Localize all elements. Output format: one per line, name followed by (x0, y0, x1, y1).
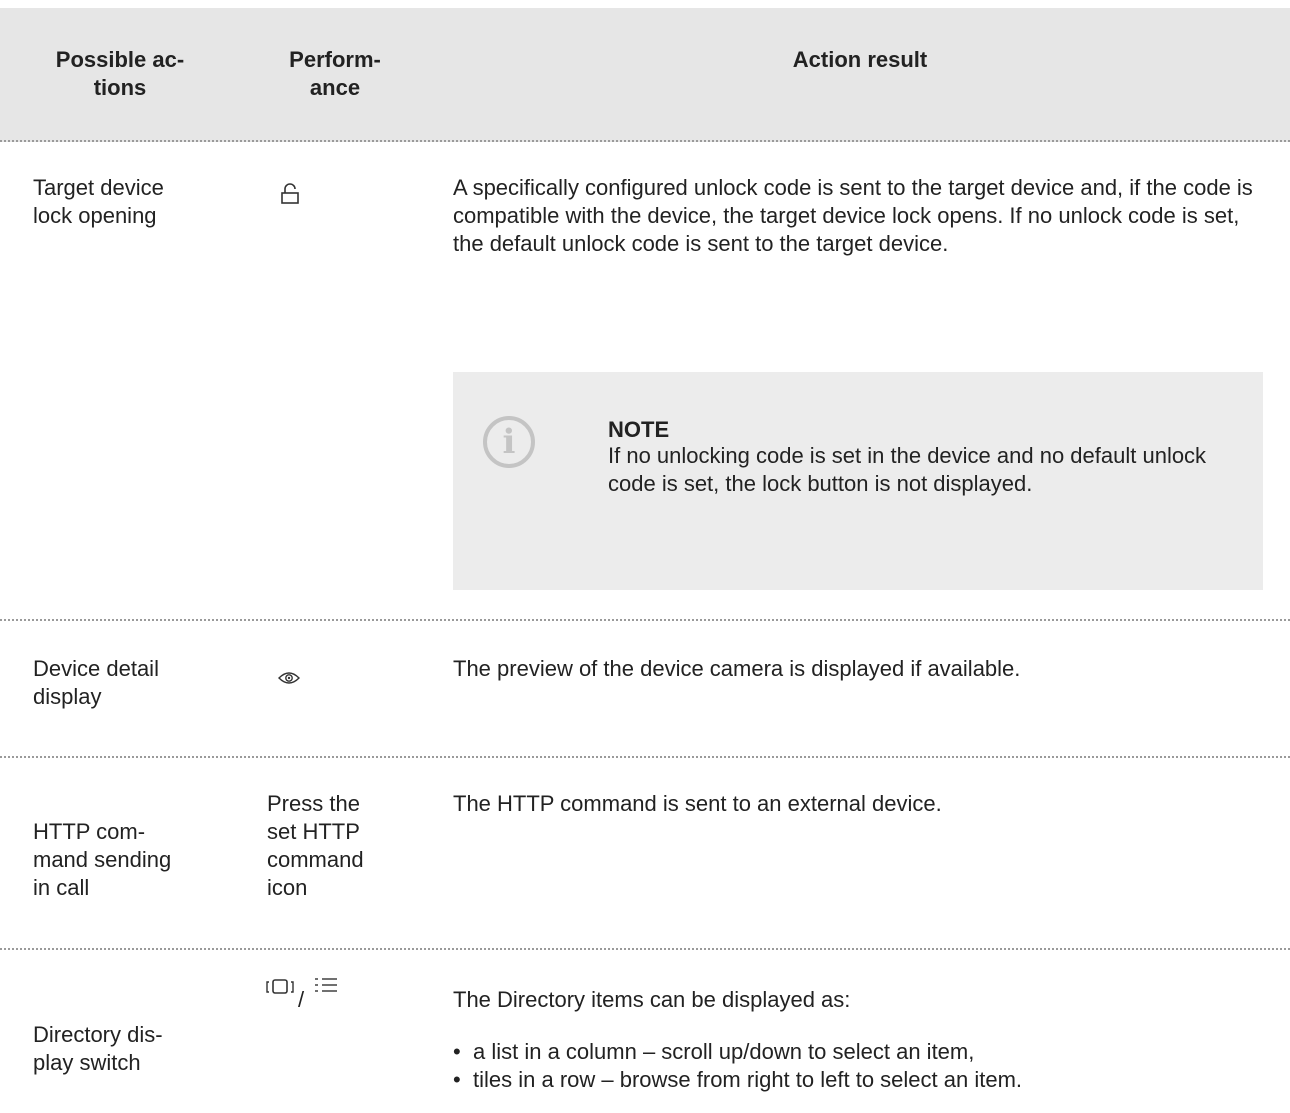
row-action-directory-switch: Directory dis- play switch (33, 1022, 163, 1075)
list-item: tiles in a row – browse from right to le… (453, 1066, 1273, 1094)
note-title: NOTE (608, 417, 670, 442)
row-divider (0, 756, 1290, 758)
row-divider (0, 619, 1290, 621)
info-icon: i (483, 416, 535, 468)
list-item: a list in a column – scroll up/down to s… (453, 1038, 1273, 1066)
header-performance: Perform- ance (289, 47, 381, 100)
actions-table: Possible ac- tions Perform- ance Action … (0, 0, 1290, 1113)
row-action-http-command: HTTP com- mand sending in call (33, 819, 172, 900)
row-action-device-detail: Device detail display (33, 656, 159, 709)
note-box: i NOTE If no unlocking code is set in th… (453, 372, 1263, 590)
directory-options-list: a list in a column – scroll up/down to s… (453, 1038, 1273, 1094)
row-performance-http-command: Press the set HTTP command icon (267, 791, 364, 900)
eye-icon (278, 672, 300, 684)
row-divider (0, 948, 1290, 950)
row-result-device-detail: The preview of the device camera is disp… (453, 656, 1021, 681)
row-result-directory-switch: The Directory items can be displayed as: (453, 987, 851, 1012)
row-action-lock-opening: Target device lock opening (33, 175, 164, 228)
header-possible-actions: Possible ac- tions (55, 47, 185, 100)
note-text: If no unlocking code is set in the devic… (608, 443, 1207, 496)
list-view-icon (315, 978, 337, 992)
row-result-lock-opening: A specifically configured unlock code is… (453, 175, 1253, 256)
row-result-http-command: The HTTP command is sent to an external … (453, 791, 942, 816)
header-action-result: Action result (792, 47, 928, 72)
unlock-icon (281, 183, 299, 204)
view-separator: / (298, 987, 305, 1012)
table-header: Possible ac- tions Perform- ance Action … (0, 8, 1290, 142)
